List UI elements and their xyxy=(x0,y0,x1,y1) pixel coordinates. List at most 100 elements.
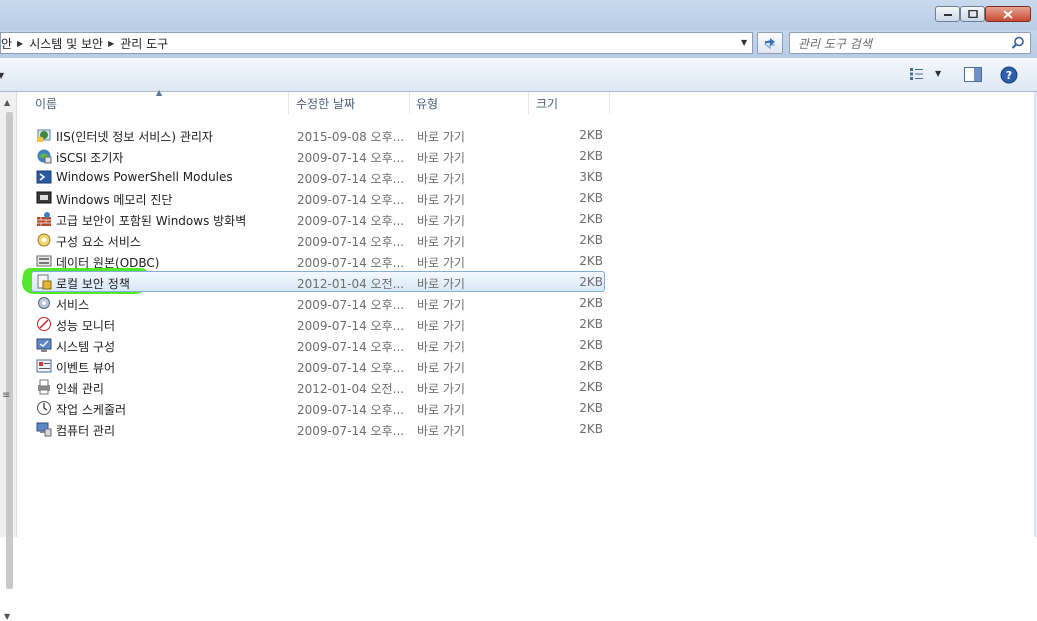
item-name: 고급 보안이 포함된 Windows 방화벽 xyxy=(56,214,247,228)
item-date: 2012-01-04 오전... xyxy=(297,382,405,396)
item-size: 2KB xyxy=(579,233,603,247)
item-name: 구성 요소 서비스 xyxy=(56,235,141,249)
column-header-label: 수정한 날짜 xyxy=(296,97,356,111)
item-type: 바로 가기 xyxy=(417,298,465,312)
file-list-item[interactable]: 인쇄 관리 2012-01-04 오전... 바로 가기 2KB xyxy=(31,376,605,397)
maximize-button[interactable] xyxy=(960,6,985,22)
search-icon[interactable] xyxy=(1011,36,1025,50)
item-name: 서비스 xyxy=(56,298,90,312)
search-input[interactable] xyxy=(796,35,1000,53)
scroll-down-icon[interactable]: ▼ xyxy=(4,612,10,621)
item-size: 3KB xyxy=(579,170,603,184)
column-header-name[interactable]: 이름 xyxy=(35,92,289,114)
item-size: 2KB xyxy=(579,212,603,226)
item-name: 데이터 원본(ODBC) xyxy=(56,256,160,270)
breadcrumb-label: 시스템 및 보안 xyxy=(29,36,104,51)
item-size: 2KB xyxy=(579,128,603,142)
search-box[interactable] xyxy=(789,32,1031,54)
file-list-item[interactable]: 데이터 원본(ODBC) 2009-07-14 오후... 바로 가기 2KB xyxy=(31,250,605,271)
file-list-item[interactable]: 구성 요소 서비스 2009-07-14 오후... 바로 가기 2KB xyxy=(31,229,605,250)
file-list-item[interactable]: 작업 스케줄러 2009-07-14 오후... 바로 가기 2KB xyxy=(31,397,605,418)
address-row: 안 ▶ 시스템 및 보안 ▶ 관리 도구 ▼ xyxy=(0,30,1037,58)
item-name: 시스템 구성 xyxy=(56,340,116,354)
computer-management-icon xyxy=(36,422,52,437)
item-date: 2009-07-14 오후... xyxy=(297,256,405,270)
item-type: 바로 가기 xyxy=(417,424,465,438)
navigation-pane-scrollbar[interactable]: ▲ ≡ ▼ xyxy=(0,92,17,621)
breadcrumb-separator-icon[interactable]: ▶ xyxy=(17,39,23,48)
odbc-icon xyxy=(36,255,52,267)
item-type: 바로 가기 xyxy=(417,193,465,207)
address-history-dropdown-icon[interactable]: ▼ xyxy=(741,38,747,47)
item-date: 2015-09-08 오후... xyxy=(297,130,405,144)
item-size: 2KB xyxy=(579,296,603,310)
view-dropdown-icon[interactable]: ▼ xyxy=(935,69,941,78)
iscsi-initiator-icon xyxy=(37,149,52,164)
item-type: 바로 가기 xyxy=(417,319,465,333)
item-type: 바로 가기 xyxy=(417,256,465,270)
column-header-label: 이름 xyxy=(35,97,58,111)
close-button[interactable] xyxy=(985,6,1031,22)
item-size: 2KB xyxy=(579,191,603,205)
file-list-item[interactable]: IIS(인터넷 정보 서비스) 관리자 2015-09-08 오후... 바로 가기… xyxy=(31,124,605,145)
item-type: 바로 가기 xyxy=(417,340,465,354)
column-header-size[interactable]: 크기 xyxy=(536,92,610,114)
breadcrumb-item[interactable]: 안 ▶ xyxy=(1,35,29,52)
item-type: 바로 가기 xyxy=(417,151,465,165)
item-date: 2012-01-04 오전... xyxy=(297,277,405,291)
item-type: 바로 가기 xyxy=(417,172,465,186)
breadcrumb-item[interactable]: 시스템 및 보안 ▶ xyxy=(29,35,120,52)
svg-text:?: ? xyxy=(1006,69,1012,82)
organize-dropdown-icon[interactable]: ▼ xyxy=(0,71,4,80)
refresh-icon xyxy=(764,38,775,50)
memory-diagnostic-icon xyxy=(36,191,52,204)
file-list-item[interactable]: 컴퓨터 관리 2009-07-14 오후... 바로 가기 2KB xyxy=(31,418,605,439)
services-gear-icon xyxy=(38,297,50,309)
minimize-button[interactable] xyxy=(935,6,960,22)
item-date: 2009-07-14 오후... xyxy=(297,235,405,249)
help-icon[interactable]: ? xyxy=(1000,66,1018,84)
pane-splitter-grip-icon[interactable]: ≡ xyxy=(2,390,10,401)
view-options-icon[interactable] xyxy=(909,67,927,81)
close-icon xyxy=(1003,9,1013,19)
column-header-date[interactable]: 수정한 날짜 xyxy=(296,92,410,114)
column-header-row: ▲ 이름 수정한 날짜 유형 크기 xyxy=(17,88,617,114)
item-date: 2009-07-14 오후... xyxy=(297,340,405,354)
preview-pane-icon[interactable] xyxy=(964,67,982,82)
file-list-item[interactable]: 시스템 구성 2009-07-14 오후... 바로 가기 2KB xyxy=(31,334,605,355)
item-name: 작업 스케줄러 xyxy=(56,403,127,417)
breadcrumb-item[interactable]: 관리 도구 xyxy=(120,35,168,52)
item-type: 바로 가기 xyxy=(417,235,465,249)
file-list-item[interactable]: 이벤트 뷰어 2009-07-14 오후... 바로 가기 2KB xyxy=(31,355,605,376)
local-security-policy-icon xyxy=(37,274,52,290)
refresh-button[interactable] xyxy=(757,32,783,54)
item-date: 2009-07-14 오후... xyxy=(297,193,405,207)
file-list-item[interactable]: Windows PowerShell Modules 2009-07-14 오후.… xyxy=(31,166,605,187)
column-header-label: 크기 xyxy=(536,97,559,111)
file-list-item[interactable]: 성능 모니터 2009-07-14 오후... 바로 가기 2KB xyxy=(31,313,605,334)
item-date: 2009-07-14 오후... xyxy=(297,214,405,228)
column-header-type[interactable]: 유형 xyxy=(416,92,529,114)
item-size: 2KB xyxy=(579,338,603,352)
item-date: 2009-07-14 오후... xyxy=(297,172,405,186)
item-name: IIS(인터넷 정보 서비스) 관리자 xyxy=(56,130,213,144)
item-size: 2KB xyxy=(579,380,603,394)
item-date: 2009-07-14 오후... xyxy=(297,361,405,375)
scroll-up-icon[interactable]: ▲ xyxy=(4,98,10,107)
item-size: 2KB xyxy=(579,401,603,415)
scrollbar-thumb[interactable] xyxy=(6,112,13,589)
address-bar[interactable]: 안 ▶ 시스템 및 보안 ▶ 관리 도구 xyxy=(0,32,753,54)
file-list-item[interactable]: Windows 메모리 진단 2009-07-14 오후... 바로 가기 2KB xyxy=(31,187,605,208)
item-type: 바로 가기 xyxy=(417,403,465,417)
item-size: 2KB xyxy=(579,422,603,436)
item-date: 2009-07-14 오후... xyxy=(297,403,405,417)
item-type: 바로 가기 xyxy=(417,361,465,375)
window-controls xyxy=(935,6,1031,24)
file-list-item[interactable]: iSCSI 조기자 2009-07-14 오후... 바로 가기 2KB xyxy=(31,145,605,166)
performance-monitor-icon xyxy=(37,317,51,331)
breadcrumb-separator-icon[interactable]: ▶ xyxy=(108,39,114,48)
item-size: 2KB xyxy=(579,359,603,373)
file-list-item[interactable]: 고급 보안이 포함된 Windows 방화벽 2009-07-14 오후... 바로… xyxy=(31,208,605,229)
file-list-item[interactable]: 로컬 보안 정책 2012-01-04 오전... 바로 가기 2KB xyxy=(31,271,605,292)
file-list-item[interactable]: 서비스 2009-07-14 오후... 바로 가기 2KB xyxy=(31,292,605,313)
